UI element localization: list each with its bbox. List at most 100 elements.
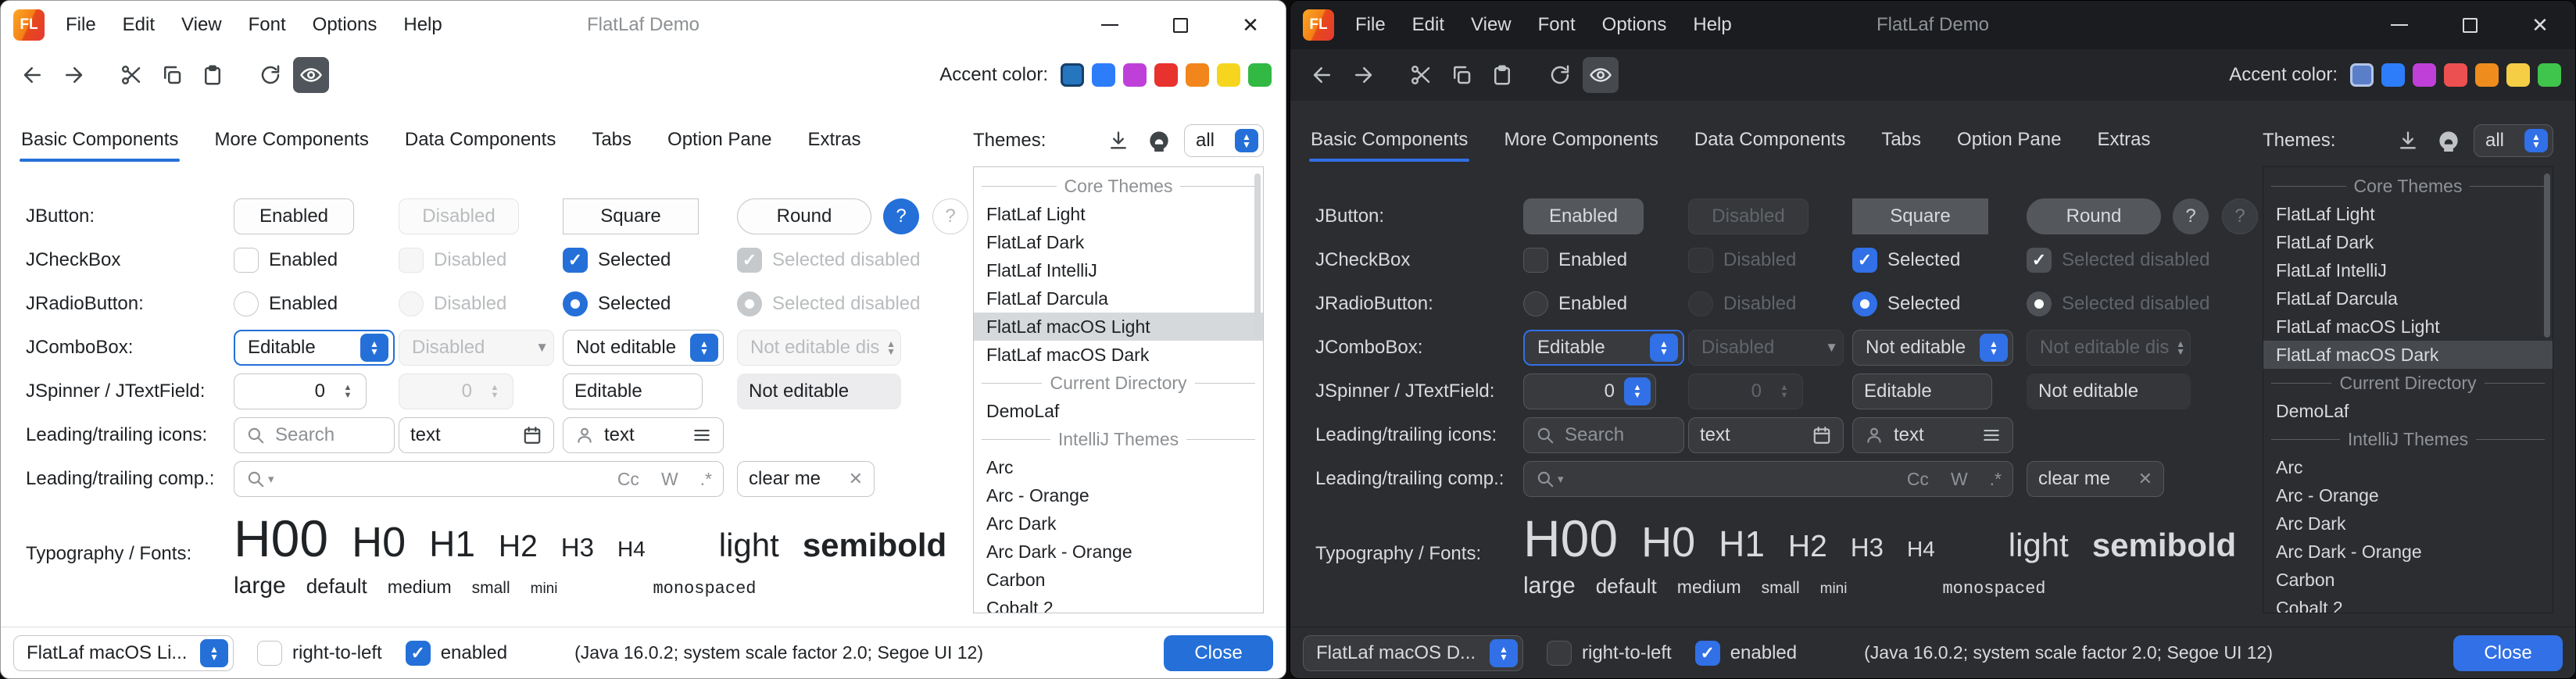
- accent-swatch[interactable]: [1061, 63, 1084, 87]
- copy-button[interactable]: [1444, 57, 1479, 93]
- close-dialog-button[interactable]: Close: [2453, 635, 2563, 671]
- combobox-not-editable[interactable]: Not editable ▲▼: [1852, 330, 2013, 366]
- match-case-button[interactable]: Cc: [617, 469, 639, 490]
- maximize-button[interactable]: [2435, 1, 2505, 49]
- calendar-icon[interactable]: [1812, 425, 1832, 445]
- checkbox-enabled[interactable]: Enabled: [1523, 248, 1627, 273]
- theme-list-item[interactable]: Arc Dark: [974, 509, 1263, 538]
- close-dialog-button[interactable]: Close: [1164, 635, 1273, 671]
- close-window-button[interactable]: ✕: [1215, 1, 1286, 49]
- spinner-stepper[interactable]: ▲▼: [335, 377, 361, 406]
- theme-list-item[interactable]: FlatLaf Darcula: [974, 284, 1263, 313]
- theme-list-item[interactable]: Arc Dark - Orange: [2263, 538, 2553, 566]
- github-button[interactable]: [1143, 125, 1175, 156]
- accent-swatch[interactable]: [1217, 63, 1240, 87]
- search-field[interactable]: Search: [234, 417, 395, 453]
- accent-swatch[interactable]: [2475, 63, 2499, 87]
- theme-list-item[interactable]: FlatLaf macOS Dark: [974, 341, 1263, 369]
- tab-data-components[interactable]: Data Components: [1694, 129, 1845, 162]
- checkbox-enabled[interactable]: Enabled: [234, 248, 338, 273]
- menu-item-view[interactable]: View: [1458, 1, 1525, 49]
- minimize-button[interactable]: [1075, 1, 1145, 49]
- tab-basic-components[interactable]: Basic Components: [1311, 129, 1468, 162]
- back-button[interactable]: [1304, 57, 1340, 93]
- refresh-button[interactable]: [252, 57, 288, 93]
- themes-filter-combo[interactable]: all ▲▼: [1184, 124, 1264, 157]
- accent-swatch[interactable]: [2381, 63, 2405, 87]
- clear-icon[interactable]: ✕: [2138, 469, 2152, 489]
- spinner-stepper[interactable]: ▲▼: [1624, 377, 1651, 406]
- download-themes-button[interactable]: [2392, 125, 2424, 156]
- combobox-editable[interactable]: Editable ▲▼: [1523, 330, 1684, 366]
- radio-selected[interactable]: Selected: [1852, 291, 1960, 316]
- theme-list-item[interactable]: Cobalt 2: [2263, 594, 2553, 613]
- tab-tabs[interactable]: Tabs: [1881, 129, 1921, 162]
- accent-swatch[interactable]: [2444, 63, 2467, 87]
- accent-swatch[interactable]: [2538, 63, 2561, 87]
- titlebar[interactable]: FL FileEditViewFontOptionsHelp FlatLaf D…: [1, 1, 1286, 49]
- menu-item-help[interactable]: Help: [1680, 1, 1744, 49]
- checkbox-selected[interactable]: ✓Selected: [563, 248, 671, 273]
- date-field[interactable]: text: [399, 417, 554, 453]
- enabled-checkbox[interactable]: ✓enabled: [406, 641, 507, 666]
- menu-item-view[interactable]: View: [168, 1, 235, 49]
- regex-button[interactable]: .*: [1990, 469, 2002, 490]
- combobox-arrow-button[interactable]: ▲▼: [1650, 334, 1678, 362]
- github-button[interactable]: [2433, 125, 2464, 156]
- theme-list-item[interactable]: Arc - Orange: [2263, 481, 2553, 509]
- back-button[interactable]: [15, 57, 51, 93]
- accent-swatch[interactable]: [1154, 63, 1178, 87]
- round-button[interactable]: Round: [737, 198, 871, 234]
- maximize-button[interactable]: [1145, 1, 1215, 49]
- square-button[interactable]: Square: [563, 198, 699, 234]
- laf-combo[interactable]: FlatLaf macOS D... ▲▼: [1303, 635, 1523, 671]
- user-field[interactable]: text: [563, 417, 724, 453]
- radio-selected[interactable]: Selected: [563, 291, 671, 316]
- menu-item-options[interactable]: Options: [299, 1, 391, 49]
- spinner-field[interactable]: 0 ▲▼: [1523, 373, 1656, 409]
- theme-list-item[interactable]: Arc - Orange: [974, 481, 1263, 509]
- tab-extras[interactable]: Extras: [807, 129, 860, 162]
- right-to-left-checkbox[interactable]: right-to-left: [1547, 641, 1672, 666]
- textfield-editable[interactable]: Editable: [1852, 373, 1992, 409]
- combobox-not-editable[interactable]: Not editable ▲▼: [563, 330, 724, 366]
- theme-list-item[interactable]: FlatLaf macOS Dark: [2263, 341, 2553, 369]
- theme-list-item[interactable]: Cobalt 2: [974, 594, 1263, 613]
- theme-list-item[interactable]: Arc: [974, 453, 1263, 481]
- theme-list-item[interactable]: FlatLaf IntelliJ: [2263, 256, 2553, 284]
- search-with-options-field[interactable]: ▾ Cc W .*: [1523, 461, 2013, 497]
- combobox-arrow-button[interactable]: ▲▼: [1235, 129, 1258, 152]
- help-button[interactable]: ?: [883, 198, 919, 234]
- menu-item-file[interactable]: File: [1342, 1, 1399, 49]
- clear-icon[interactable]: ✕: [849, 469, 863, 489]
- theme-list-item[interactable]: FlatLaf IntelliJ: [974, 256, 1263, 284]
- menu-item-font[interactable]: Font: [235, 1, 299, 49]
- show-hidden-toggle[interactable]: [293, 57, 329, 93]
- radio-enabled[interactable]: Enabled: [1523, 291, 1627, 316]
- cut-button[interactable]: [113, 57, 149, 93]
- theme-list-item[interactable]: Carbon: [2263, 566, 2553, 594]
- accent-swatch[interactable]: [2506, 63, 2530, 87]
- theme-list-item[interactable]: FlatLaf Darcula: [2263, 284, 2553, 313]
- round-button[interactable]: Round: [2027, 198, 2161, 234]
- search-dropdown-button[interactable]: ▾: [245, 469, 274, 489]
- tab-extras[interactable]: Extras: [2097, 129, 2150, 162]
- menu-item-help[interactable]: Help: [390, 1, 455, 49]
- whole-words-button[interactable]: W: [661, 469, 678, 490]
- theme-list-item[interactable]: FlatLaf macOS Light: [974, 313, 1263, 341]
- clear-me-field[interactable]: clear me ✕: [737, 461, 875, 497]
- theme-list-item[interactable]: FlatLaf Light: [974, 200, 1263, 228]
- theme-list-item[interactable]: FlatLaf Light: [2263, 200, 2553, 228]
- enabled-button[interactable]: Enabled: [1523, 198, 1644, 234]
- copy-button[interactable]: [154, 57, 190, 93]
- regex-button[interactable]: .*: [700, 469, 712, 490]
- search-dropdown-button[interactable]: ▾: [1535, 469, 1564, 489]
- accent-swatch[interactable]: [2413, 63, 2436, 87]
- tab-option-pane[interactable]: Option Pane: [1957, 129, 2061, 162]
- tab-tabs[interactable]: Tabs: [592, 129, 631, 162]
- minimize-button[interactable]: [2364, 1, 2435, 49]
- radio-enabled[interactable]: Enabled: [234, 291, 338, 316]
- cut-button[interactable]: [1403, 57, 1439, 93]
- combobox-arrow-button[interactable]: ▲▼: [1980, 334, 2008, 362]
- accent-swatch[interactable]: [2350, 63, 2374, 87]
